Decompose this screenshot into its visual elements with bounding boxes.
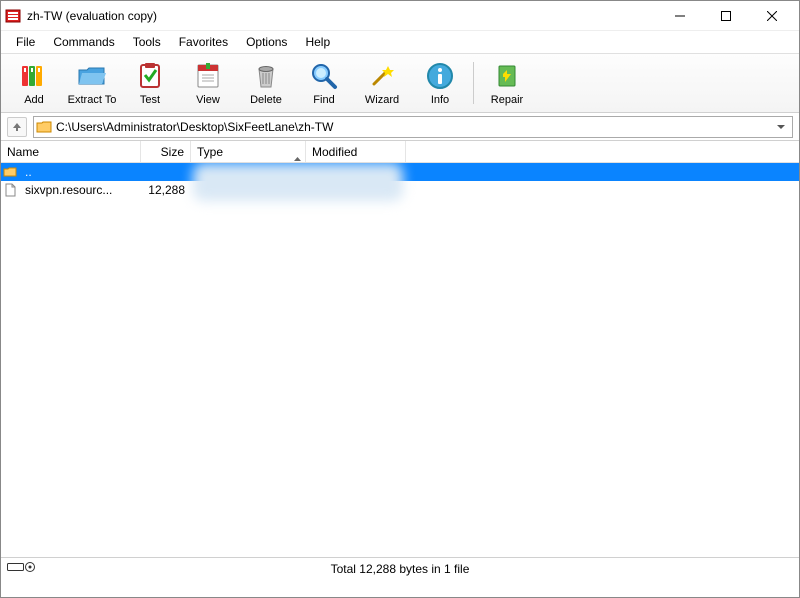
find-button[interactable]: Find (295, 56, 353, 110)
delete-button[interactable]: Delete (237, 56, 295, 110)
folder-open-icon (76, 60, 108, 92)
books-archive-icon (18, 60, 50, 92)
column-modified-label: Modified (312, 145, 357, 159)
repair-icon (491, 60, 523, 92)
file-icon (1, 183, 19, 197)
column-size-label: Size (161, 145, 184, 159)
menu-tools[interactable]: Tools (124, 33, 170, 51)
clipboard-check-icon (134, 60, 166, 92)
view-label: View (196, 94, 220, 106)
column-modified[interactable]: Modified (306, 141, 406, 162)
delete-label: Delete (250, 94, 282, 106)
book-open-icon (192, 60, 224, 92)
file-size: 12,288 (141, 183, 191, 197)
menu-commands[interactable]: Commands (44, 33, 123, 51)
test-button[interactable]: Test (121, 56, 179, 110)
maximize-button[interactable] (703, 1, 749, 31)
file-list[interactable]: .. sixvpn.resourc... 12,288 (1, 163, 799, 557)
folder-icon (36, 119, 52, 135)
info-icon (424, 60, 456, 92)
menu-favorites[interactable]: Favorites (170, 33, 237, 51)
app-icon (5, 8, 21, 24)
info-label: Info (431, 94, 449, 106)
redacted-area (193, 163, 403, 201)
add-label: Add (24, 94, 44, 106)
trash-icon (250, 60, 282, 92)
column-type[interactable]: Type (191, 141, 306, 162)
find-label: Find (313, 94, 334, 106)
extract-label: Extract To (68, 94, 117, 106)
file-name: sixvpn.resourc... (19, 183, 141, 197)
column-name-label: Name (7, 145, 39, 159)
window-title: zh-TW (evaluation copy) (27, 9, 657, 23)
status-left-icon (7, 561, 35, 576)
sorted-column-shade (191, 163, 306, 557)
add-button[interactable]: Add (5, 56, 63, 110)
menu-options[interactable]: Options (237, 33, 296, 51)
column-name[interactable]: Name (1, 141, 141, 162)
status-text: Total 12,288 bytes in 1 file (269, 562, 531, 576)
sort-indicator-icon (294, 150, 301, 164)
column-headers: Name Size Type Modified (1, 141, 799, 163)
magnifier-icon (308, 60, 340, 92)
toolbar: Add Extract To Test View Delete Find Wiz… (1, 53, 799, 113)
repair-label: Repair (491, 94, 523, 106)
wand-icon (366, 60, 398, 92)
address-input[interactable] (56, 120, 772, 134)
menu-help[interactable]: Help (296, 33, 339, 51)
column-size[interactable]: Size (141, 141, 191, 162)
address-field[interactable] (33, 116, 793, 138)
address-dropdown[interactable] (772, 123, 790, 131)
statusbar: Total 12,288 bytes in 1 file (1, 557, 799, 579)
close-button[interactable] (749, 1, 795, 31)
column-type-label: Type (197, 145, 223, 159)
repair-button[interactable]: Repair (478, 56, 536, 110)
test-label: Test (140, 94, 160, 106)
folder-up-icon (1, 165, 19, 179)
info-button[interactable]: Info (411, 56, 469, 110)
up-button[interactable] (7, 117, 27, 137)
minimize-button[interactable] (657, 1, 703, 31)
toolbar-separator (473, 62, 474, 104)
wizard-button[interactable]: Wizard (353, 56, 411, 110)
extract-button[interactable]: Extract To (63, 56, 121, 110)
menubar: File Commands Tools Favorites Options He… (1, 31, 799, 53)
window-titlebar: zh-TW (evaluation copy) (1, 1, 799, 31)
view-button[interactable]: View (179, 56, 237, 110)
parent-folder-name: .. (19, 165, 141, 179)
window-controls (657, 1, 795, 31)
address-bar (1, 113, 799, 141)
wizard-label: Wizard (365, 94, 399, 106)
menu-file[interactable]: File (7, 33, 44, 51)
